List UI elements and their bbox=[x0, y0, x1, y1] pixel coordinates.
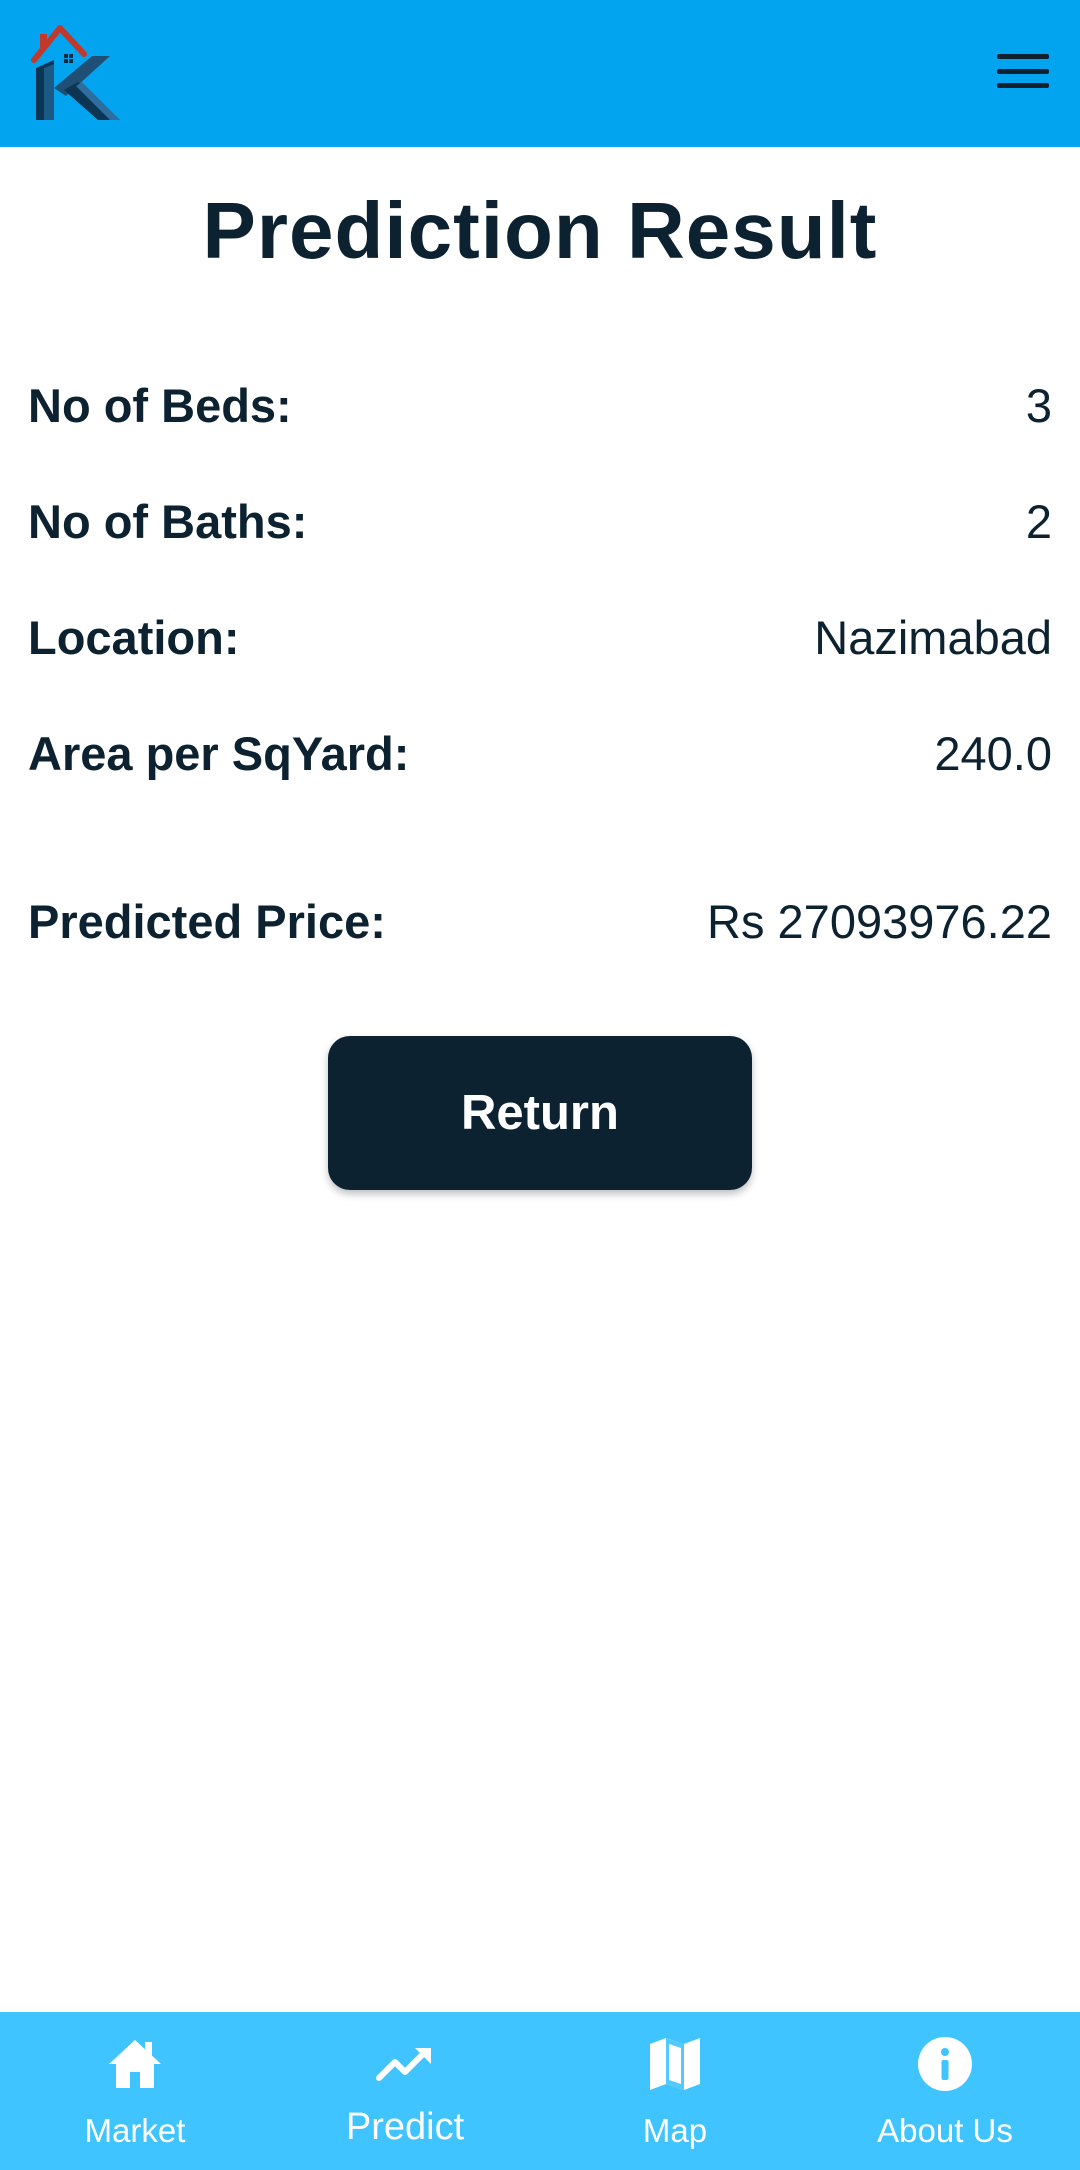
page-title: Prediction Result bbox=[202, 186, 878, 275]
bottom-navigation-bar: Market Predict Map About Us bbox=[0, 2012, 1080, 2170]
location-label: Location: bbox=[28, 610, 240, 664]
area-row: Area per SqYard: 240.0 bbox=[28, 718, 1052, 788]
menu-line bbox=[997, 54, 1049, 59]
nav-label-map: Map bbox=[642, 2112, 708, 2149]
location-value: Nazimabad bbox=[814, 610, 1052, 664]
area-label: Area per SqYard: bbox=[28, 726, 410, 780]
location-row: Location: Nazimabad bbox=[28, 602, 1052, 672]
menu-line bbox=[997, 68, 1049, 74]
nav-item-predict[interactable]: Predict bbox=[270, 2012, 540, 2170]
home-icon bbox=[105, 2034, 165, 2094]
app-screen: Prediction Result No of Beds: 3 No of Ba… bbox=[0, 0, 1080, 2170]
menu-line bbox=[997, 83, 1049, 88]
info-icon bbox=[915, 2034, 975, 2094]
baths-value: 2 bbox=[1025, 494, 1052, 548]
top-app-bar bbox=[0, 0, 1080, 147]
area-value: 240.0 bbox=[934, 726, 1052, 780]
predicted-price-row: Predicted Price: Rs 27093976.22 bbox=[28, 886, 1052, 956]
nav-label-market: Market bbox=[84, 2112, 186, 2149]
nav-label-predict: Predict bbox=[345, 2106, 465, 2148]
predicted-price-label: Predicted Price: bbox=[28, 894, 386, 948]
map-icon bbox=[645, 2034, 705, 2094]
k-house-logo-icon[interactable] bbox=[30, 20, 125, 125]
nav-item-about-us[interactable]: About Us bbox=[810, 2012, 1080, 2170]
baths-label: No of Baths: bbox=[28, 494, 308, 548]
trending-up-icon bbox=[375, 2034, 435, 2094]
nav-item-map[interactable]: Map bbox=[540, 2012, 810, 2170]
beds-value: 3 bbox=[1025, 378, 1052, 432]
beds-label: No of Beds: bbox=[28, 378, 292, 432]
hamburger-menu-icon[interactable] bbox=[994, 48, 1052, 94]
return-button[interactable]: Return bbox=[328, 1036, 752, 1190]
nav-item-market[interactable]: Market bbox=[0, 2012, 270, 2170]
predicted-price-value: Rs 27093976.22 bbox=[707, 894, 1052, 948]
beds-row: No of Beds: 3 bbox=[28, 370, 1052, 440]
nav-label-about-us: About Us bbox=[877, 2112, 1013, 2149]
baths-row: No of Baths: 2 bbox=[28, 486, 1052, 556]
